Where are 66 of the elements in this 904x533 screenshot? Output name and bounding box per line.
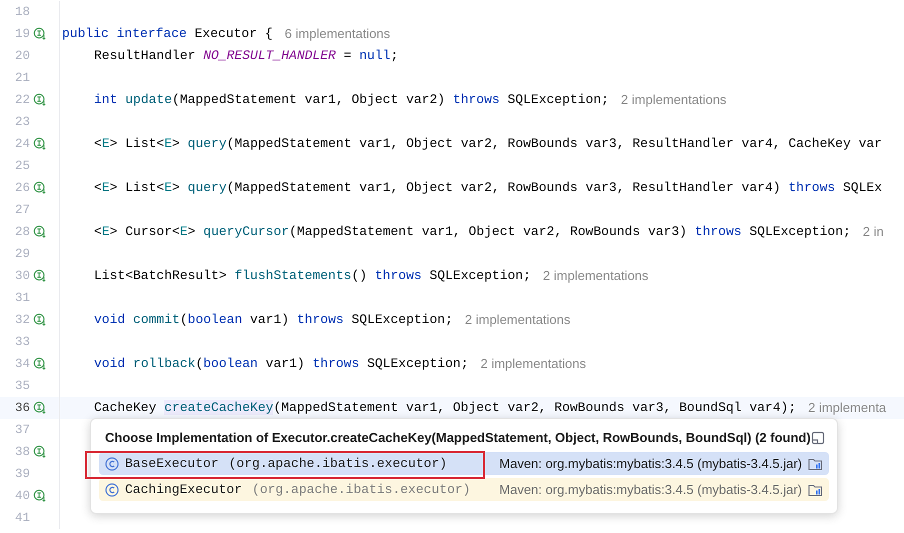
line-number: 40 (14, 488, 30, 505)
implementation-item[interactable]: CachingExecutor (org.apache.ibatis.executor) Maven: org.mybatis:mybatis:3.4.5 (mybatis-3.4.5.jar) (99, 478, 829, 501)
line-number: 21 (14, 70, 30, 87)
line-number: 20 (14, 48, 30, 65)
implementations-icon[interactable] (33, 489, 47, 503)
line-number: 39 (14, 466, 30, 483)
code-line: void rollback(boolean var1) throws SQLException; (94, 355, 468, 374)
code-line: <E> Cursor<E> queryCursor(MappedStatement var1, Object var2, RowBounds var3) throws SQLException; (94, 223, 851, 242)
class-name: BaseExecutor (125, 454, 219, 473)
code-line: void commit(boolean var1) throws SQLException; (94, 311, 453, 330)
implementations-icon[interactable] (33, 445, 47, 459)
implementations-hint[interactable]: 6 implementations (284, 24, 390, 44)
code-line: int update(MappedStatement var1, Object var2) throws SQLException; (94, 91, 609, 110)
implementations-icon[interactable] (33, 181, 47, 195)
library-jar-icon (808, 456, 823, 470)
line-number: 18 (14, 4, 30, 21)
line-number: 19 (14, 26, 30, 43)
implementations-icon[interactable] (33, 313, 47, 327)
code-line: <E> List<E> query(MappedStatement var1, Object var2, RowBounds var3, ResultHandler var4) throws SQLEx (94, 179, 882, 198)
line-number: 38 (14, 444, 30, 461)
code-line: List<BatchResult> flushStatements() throws SQLException; (94, 267, 531, 286)
implementations-hint[interactable]: 2 implementations (464, 310, 570, 330)
line-number: 32 (14, 312, 30, 329)
class-icon (105, 482, 119, 496)
line-number: 28 (14, 224, 30, 241)
implementations-icon[interactable] (33, 401, 47, 415)
implementations-icon[interactable] (33, 137, 47, 151)
implementations-hint[interactable]: 2 implementations (480, 354, 586, 374)
line-number: 34 (14, 356, 30, 373)
package-name: (org.apache.ibatis.executor) (252, 480, 470, 499)
implementations-hint[interactable]: 2 implementations (620, 90, 726, 110)
line-number: 35 (14, 378, 30, 395)
line-number: 27 (14, 202, 30, 219)
implementations-icon[interactable] (33, 93, 47, 107)
line-number: 22 (14, 92, 30, 109)
pin-icon[interactable] (810, 431, 825, 445)
implementations-hint[interactable]: 2 in (862, 222, 884, 242)
line-number: 25 (14, 158, 30, 175)
implementations-icon[interactable] (33, 27, 47, 41)
implementations-icon[interactable] (33, 357, 47, 371)
implementations-icon[interactable] (33, 225, 47, 239)
implementations-hint[interactable]: 2 implementations (542, 266, 648, 286)
class-name: CachingExecutor (125, 480, 242, 499)
line-number: 33 (14, 334, 30, 351)
code-line: CacheKey createCacheKey(MappedStatement var1, Object var2, RowBounds var3, BoundSql var4); (94, 399, 796, 418)
line-number: 41 (14, 510, 30, 527)
line-number: 24 (14, 136, 30, 153)
line-number: 37 (14, 422, 30, 439)
line-number: 26 (14, 180, 30, 197)
line-number: 23 (14, 114, 30, 131)
library-jar-icon (808, 482, 823, 496)
line-number: 29 (14, 246, 30, 263)
line-number: 36 (14, 400, 30, 417)
implementations-icon[interactable] (33, 269, 47, 283)
line-number: 30 (14, 268, 30, 285)
line-number: 31 (14, 290, 30, 307)
class-icon (105, 456, 119, 470)
code-line: ResultHandler NO_RESULT_HANDLER = null; (94, 47, 398, 66)
library-source: Maven: org.mybatis:mybatis:3.4.5 (mybatis-3.4.5.jar) (499, 480, 802, 499)
popup-title: Choose Implementation of Executor.createCacheKey(MappedStatement, Object, RowBounds, BoundSql) (2 found) (105, 429, 811, 448)
implementation-item[interactable]: BaseExecutor (org.apache.ibatis.executor) Maven: org.mybatis:mybatis:3.4.5 (mybatis-3.4.5.jar) (99, 452, 829, 475)
package-name: (org.apache.ibatis.executor) (228, 454, 448, 473)
library-source: Maven: org.mybatis:mybatis:3.4.5 (mybatis-3.4.5.jar) (499, 454, 802, 473)
code-line: public interface Executor { (62, 25, 273, 44)
implementations-hint[interactable]: 2 implementa (808, 398, 886, 418)
code-line: <E> List<E> query(MappedStatement var1, Object var2, RowBounds var3, ResultHandler var4, CacheKey var (94, 135, 882, 154)
